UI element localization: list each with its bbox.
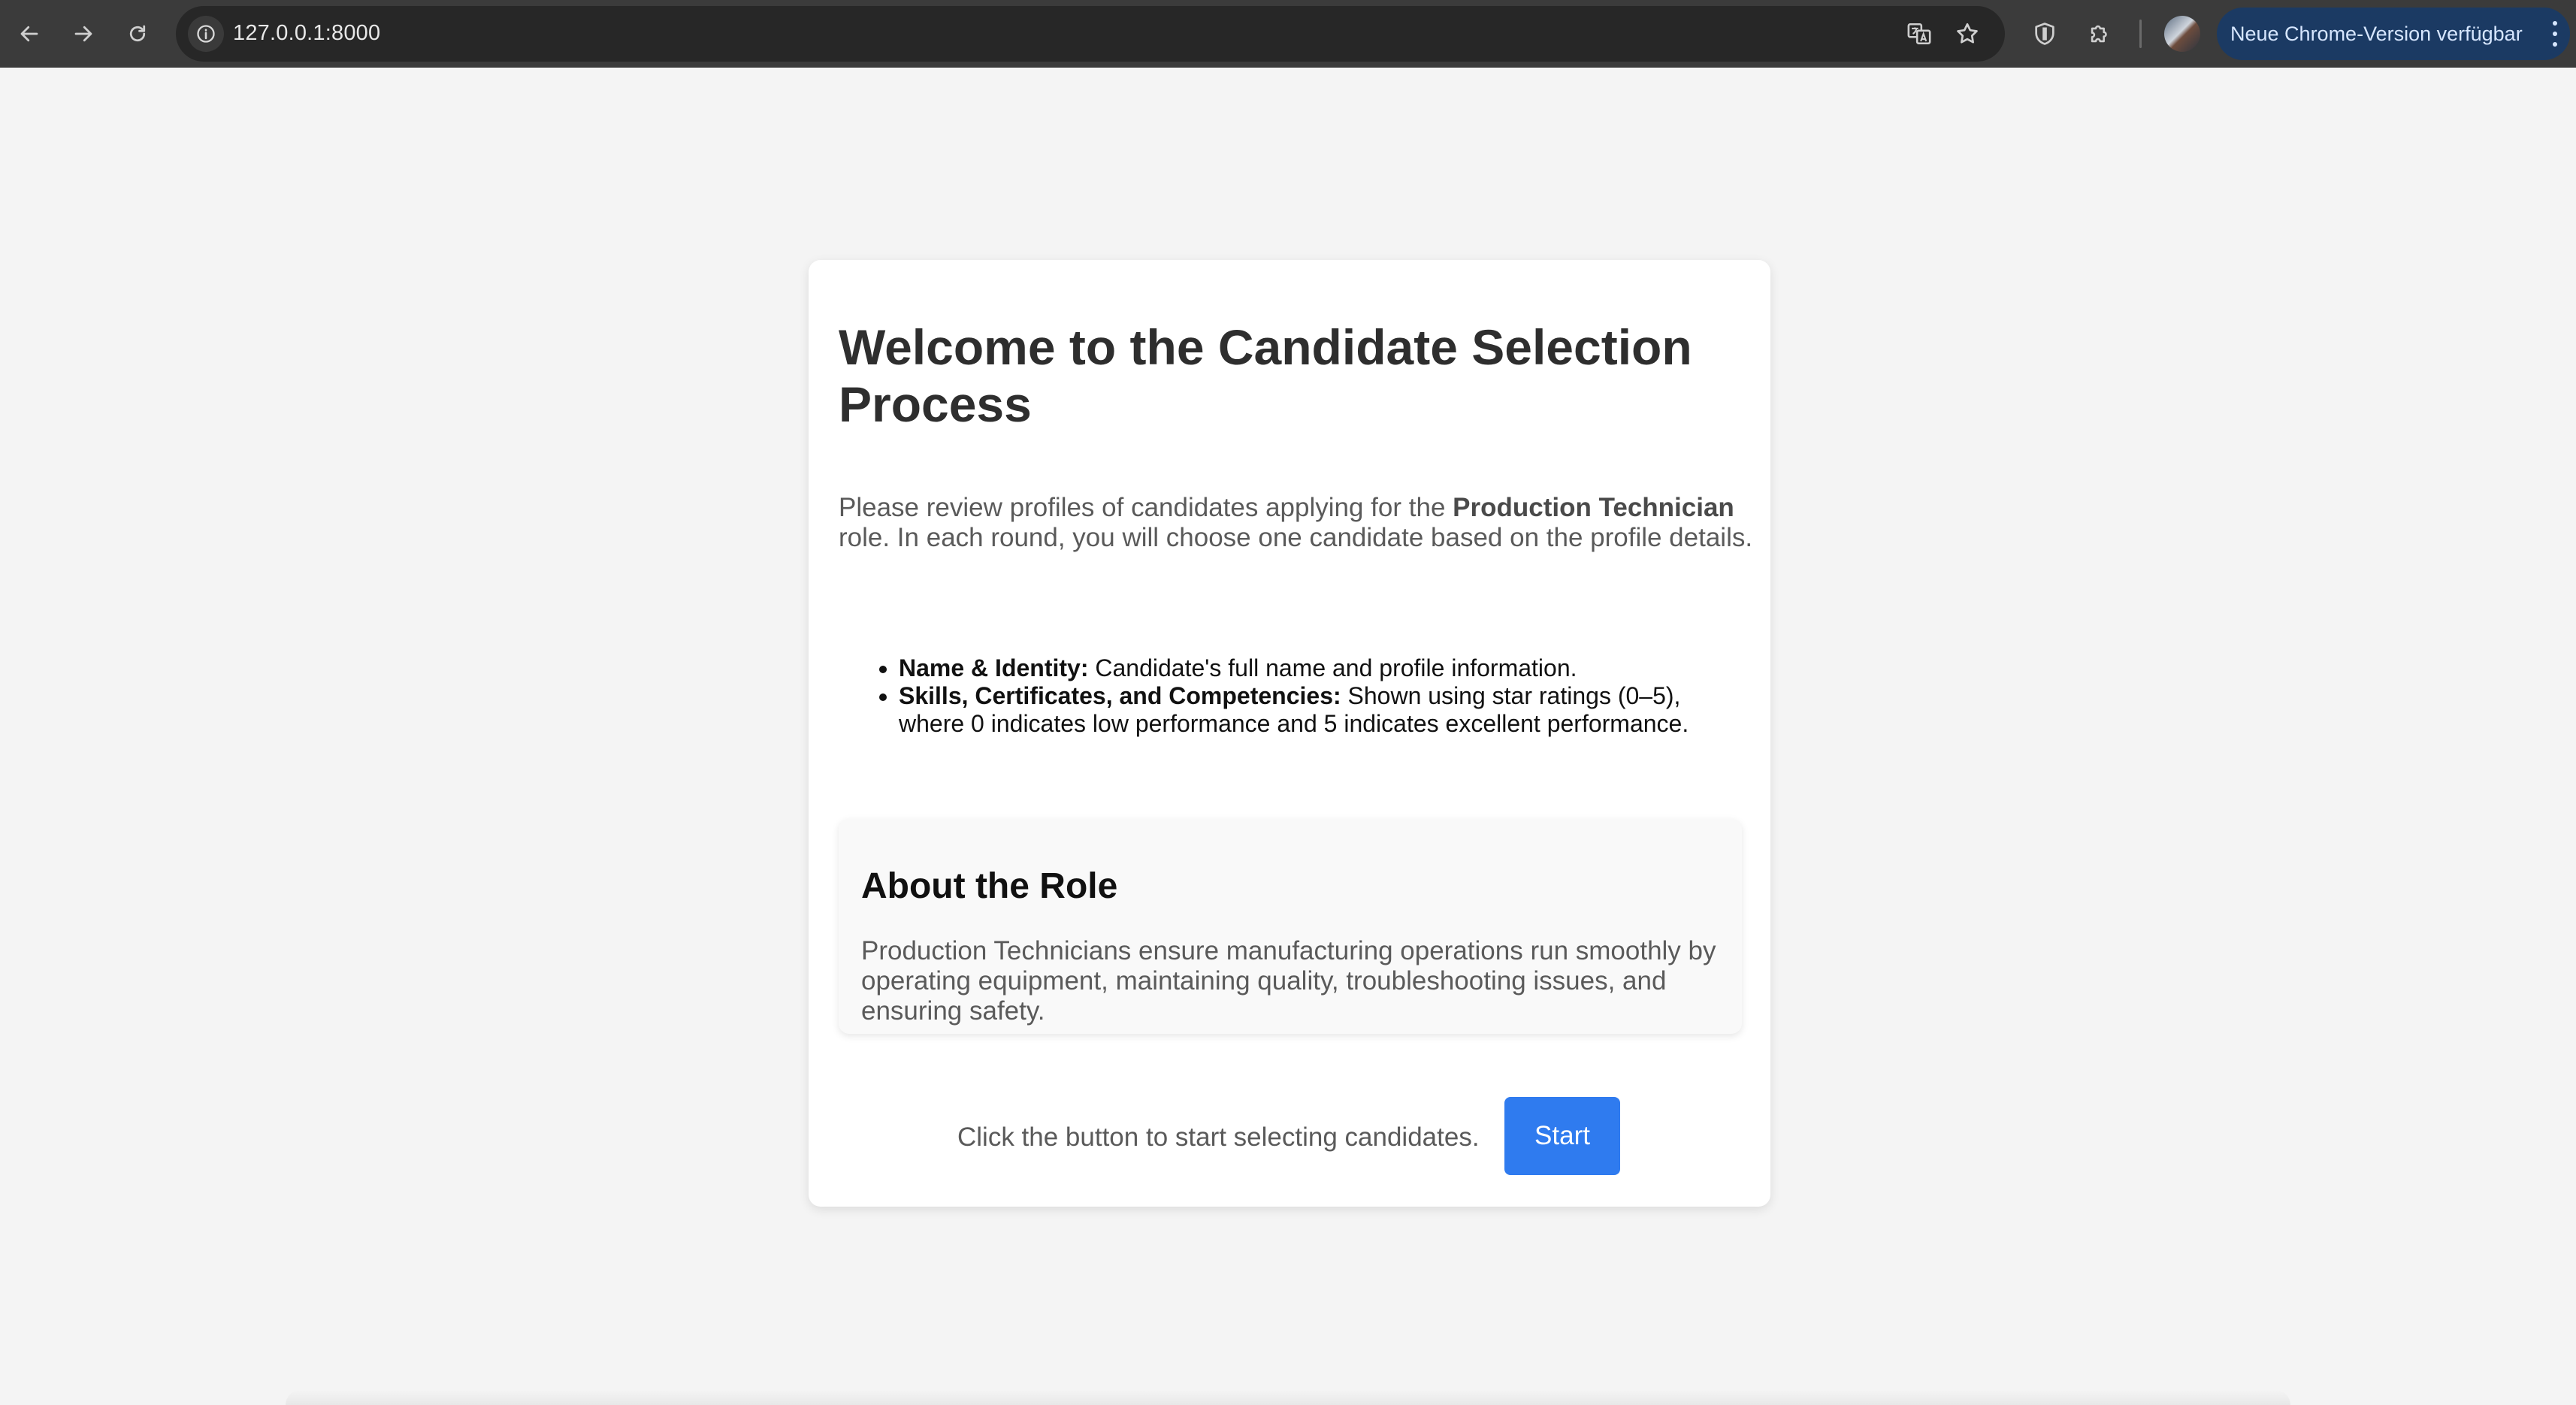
intro-paragraph: Please review profiles of candidates app… xyxy=(839,493,1755,553)
site-info-icon xyxy=(197,25,215,43)
feature-list: Name & Identity: Candidate's full name a… xyxy=(879,654,1748,738)
shield-extension-icon xyxy=(2035,23,2054,45)
forward-arrow-icon xyxy=(74,26,92,42)
shield-extension-button[interactable] xyxy=(2026,15,2064,53)
address-bar[interactable]: 127.0.0.1:8000 xyxy=(176,6,2005,62)
toolbar-separator xyxy=(2139,20,2142,48)
bookmark-button[interactable] xyxy=(1952,19,1982,49)
translate-button[interactable] xyxy=(1904,19,1934,49)
feature-label: Skills, Certificates, and Competencies: xyxy=(899,682,1341,709)
start-button[interactable]: Start xyxy=(1504,1097,1620,1175)
start-row: Click the button to start selecting cand… xyxy=(809,1097,1770,1175)
extensions-button[interactable] xyxy=(2081,15,2118,53)
update-label: Neue Chrome-Version verfügbar xyxy=(2230,22,2523,45)
feature-label: Name & Identity: xyxy=(899,654,1089,681)
url-text[interactable]: 127.0.0.1:8000 xyxy=(233,21,380,46)
feature-text: Candidate's full name and profile inform… xyxy=(1088,654,1577,681)
intro-prefix: Please review profiles of candidates app… xyxy=(839,493,1453,522)
list-item: Name & Identity: Candidate's full name a… xyxy=(879,654,1748,682)
bottom-shelf-shadow xyxy=(286,1390,2290,1405)
back-arrow-icon xyxy=(20,26,38,42)
kebab-menu-icon[interactable] xyxy=(2550,21,2559,47)
chrome-update-button[interactable]: Neue Chrome-Version verfügbar xyxy=(2217,8,2570,60)
site-info-button[interactable] xyxy=(188,16,224,52)
intro-suffix: role. In each round, you will choose one… xyxy=(839,523,1753,552)
welcome-card: Welcome to the Candidate Selection Proce… xyxy=(809,260,1770,1207)
list-item: Skills, Certificates, and Competencies: … xyxy=(879,682,1748,738)
about-role-box: About the Role Production Technicians en… xyxy=(839,819,1742,1034)
start-prompt: Click the button to start selecting cand… xyxy=(957,1122,1480,1152)
back-button[interactable] xyxy=(11,15,48,53)
browser-toolbar: 127.0.0.1:8000 Neue Chrome-Version verfü… xyxy=(0,0,2576,68)
forward-button[interactable] xyxy=(65,15,102,53)
profile-avatar[interactable] xyxy=(2164,16,2200,52)
about-title: About the Role xyxy=(861,866,1118,906)
translate-icon xyxy=(1907,23,1931,45)
intro-role: Production Technician xyxy=(1453,493,1734,522)
reload-button[interactable] xyxy=(119,15,156,53)
about-text: Production Technicians ensure manufactur… xyxy=(861,936,1716,1026)
bookmark-star-icon xyxy=(1957,23,1978,44)
puzzle-extensions-icon xyxy=(2091,25,2107,43)
page-title: Welcome to the Candidate Selection Proce… xyxy=(839,319,1692,432)
reload-icon xyxy=(129,25,146,42)
